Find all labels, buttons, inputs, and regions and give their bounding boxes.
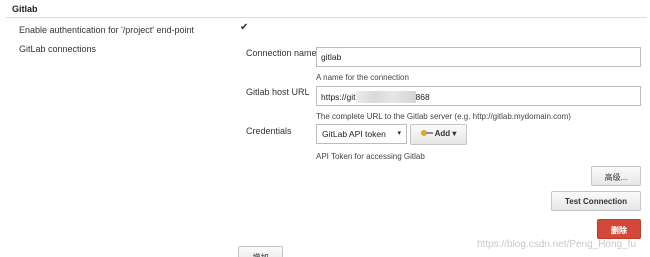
redacted-mask — [355, 91, 416, 103]
checkmark-icon: ✔ — [240, 22, 249, 33]
add-label: Add — [434, 129, 451, 138]
add-credentials-button[interactable]: Add ▾ — [410, 124, 467, 145]
credentials-label: Credentials — [246, 126, 292, 136]
auth-label: Enable authentication for '/project' end… — [19, 25, 195, 35]
host-url-value-prefix: https://git — [321, 92, 356, 102]
credentials-value: GitLab API token — [322, 129, 386, 139]
connection-name-input[interactable]: gitlab — [316, 47, 641, 67]
credentials-select[interactable]: GitLab API token ▾ — [316, 124, 407, 144]
watermark: https://blog.csdn.net/Peng_Hong_fu — [477, 239, 637, 250]
auth-checkbox[interactable]: ✔ — [240, 22, 249, 34]
chevron-down-icon: ▾ — [397, 130, 401, 137]
host-url-value-suffix: 868 — [415, 92, 430, 102]
host-url-input[interactable]: https://git 868 — [316, 86, 641, 106]
host-url-help: The complete URL to the Gitlab server (e… — [316, 112, 571, 121]
connections-label: GitLab connections — [19, 44, 97, 54]
credentials-help: API Token for accessing Gitlab — [316, 152, 425, 161]
section-title: Gitlab — [12, 4, 38, 14]
key-icon — [420, 130, 433, 137]
advanced-button[interactable]: 高级... — [591, 166, 641, 186]
add-connection-button[interactable]: 增加 — [238, 246, 283, 257]
connection-name-value: gitlab — [321, 52, 342, 62]
delete-button[interactable]: 删除 — [597, 219, 641, 239]
gitlab-config-panel: Gitlab Enable authentication for '/proje… — [0, 0, 650, 257]
test-connection-button[interactable]: Test Connection — [551, 191, 641, 211]
host-url-label: Gitlab host URL — [246, 87, 310, 97]
section-divider — [6, 17, 647, 18]
chevron-down-icon: ▾ — [452, 129, 457, 138]
connection-name-help: A name for the connection — [316, 73, 409, 82]
connection-name-label: Connection name — [246, 48, 317, 58]
